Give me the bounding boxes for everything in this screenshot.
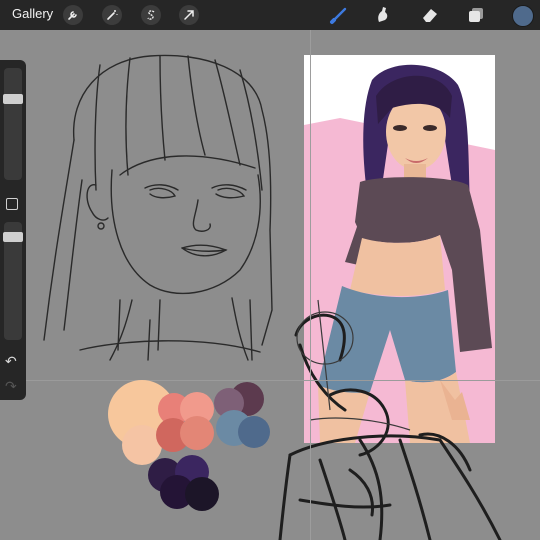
brush-size-thumb[interactable] (3, 94, 23, 104)
brush-tool-button[interactable] (328, 4, 350, 26)
reference-image (304, 55, 495, 443)
transform-arrow-icon (184, 10, 194, 20)
eraser-icon (423, 9, 437, 22)
smudge-tool-button[interactable] (372, 4, 394, 26)
swatch-denim[interactable] (238, 416, 270, 448)
top-toolbar: Gallery (0, 0, 540, 30)
swatch-rose[interactable] (180, 416, 214, 450)
brush-icon (330, 7, 347, 24)
transform-button[interactable] (179, 5, 199, 25)
color-picker-button[interactable] (512, 5, 534, 27)
modify-button[interactable] (6, 198, 18, 210)
gallery-button[interactable]: Gallery (12, 6, 53, 21)
face-sketch (43, 54, 273, 361)
opacity-slider[interactable] (3, 222, 23, 340)
layers-icon (469, 8, 483, 22)
magic-wand-icon (107, 10, 118, 20)
drawing-canvas[interactable] (0, 0, 540, 540)
canvas-guide-horizontal (0, 380, 540, 381)
layers-button[interactable] (465, 4, 487, 26)
canvas-guide-vertical (310, 30, 311, 540)
undo-arrow-icon[interactable]: ↶ (5, 353, 17, 370)
smudge-icon (378, 7, 388, 22)
opacity-thumb[interactable] (3, 232, 23, 242)
wrench-icon (68, 11, 77, 20)
redo-arrow-icon[interactable]: ↷ (5, 378, 17, 395)
selection-s-icon (147, 10, 155, 20)
swatch-near-black[interactable] (185, 477, 219, 511)
adjustments-button[interactable] (102, 5, 122, 25)
selection-button[interactable] (141, 5, 161, 25)
actions-wrench-button[interactable] (63, 5, 83, 25)
eraser-tool-button[interactable] (419, 4, 441, 26)
brush-size-slider[interactable] (3, 68, 23, 180)
left-sidebar: ↶ ↷ (0, 60, 26, 400)
